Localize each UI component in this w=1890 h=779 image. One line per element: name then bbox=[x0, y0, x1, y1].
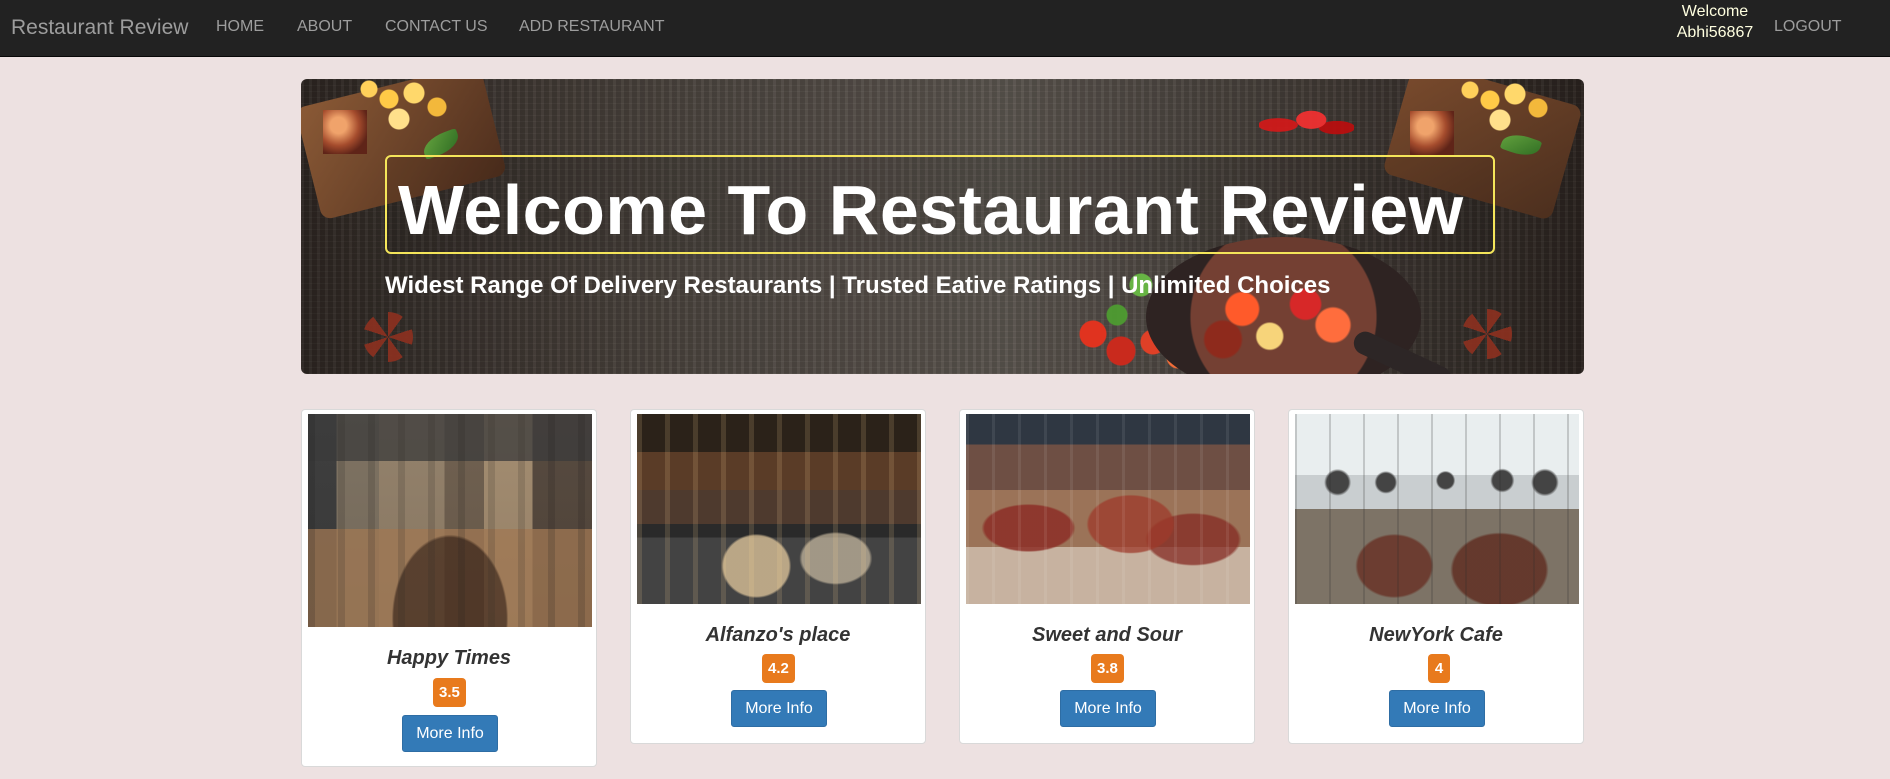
restaurant-image bbox=[308, 414, 592, 627]
welcome-label: Welcome bbox=[1681, 3, 1749, 20]
restaurant-card: Alfanzo's place 4.2 More Info bbox=[630, 409, 926, 744]
nav-contact-link[interactable]: CONTACT US bbox=[385, 18, 488, 36]
more-info-button[interactable]: More Info bbox=[1060, 690, 1156, 727]
hero-title: Welcome To Restaurant Review bbox=[398, 171, 1464, 249]
rating-badge: 4 bbox=[1428, 654, 1450, 683]
top-navbar: Restaurant Review HOME ABOUT CONTACT US … bbox=[0, 0, 1890, 57]
more-info-button[interactable]: More Info bbox=[1389, 690, 1485, 727]
rating-badge: 4.2 bbox=[762, 654, 795, 683]
nav-about-link[interactable]: ABOUT bbox=[297, 18, 352, 36]
nav-home-link[interactable]: HOME bbox=[216, 18, 264, 36]
restaurant-name: Happy Times bbox=[386, 647, 512, 669]
restaurant-image bbox=[1295, 414, 1579, 604]
brand-logo[interactable]: Restaurant Review bbox=[11, 16, 188, 40]
rating-badge: 3.8 bbox=[1091, 654, 1124, 683]
cheese-right bbox=[1460, 80, 1555, 135]
rating-badge: 3.5 bbox=[433, 678, 466, 707]
logout-link[interactable]: LOGOUT bbox=[1774, 18, 1842, 36]
chili-peppers bbox=[1259, 99, 1354, 151]
onion-right bbox=[1410, 111, 1454, 155]
hero-subtitle: Widest Range Of Delivery Restaurants | T… bbox=[385, 272, 1331, 299]
restaurant-image bbox=[637, 414, 921, 604]
cheese-left bbox=[359, 79, 454, 134]
restaurant-name: Alfanzo's place bbox=[705, 624, 851, 646]
star-anise-right bbox=[1462, 309, 1512, 359]
hero-banner: Welcome To Restaurant Review Widest Rang… bbox=[301, 79, 1584, 374]
restaurant-card: NewYork Cafe 4 More Info bbox=[1288, 409, 1584, 744]
restaurant-name: Sweet and Sour bbox=[1031, 624, 1183, 646]
more-info-button[interactable]: More Info bbox=[402, 715, 498, 752]
welcome-user: Welcome Abhi56867 bbox=[1640, 1, 1790, 43]
hero-title-box: Welcome To Restaurant Review bbox=[385, 155, 1495, 254]
nav-add-restaurant-link[interactable]: ADD RESTAURANT bbox=[519, 18, 665, 36]
restaurant-image bbox=[966, 414, 1250, 604]
restaurant-card: Sweet and Sour 3.8 More Info bbox=[959, 409, 1255, 744]
star-anise-left bbox=[363, 312, 413, 362]
username-label: Abhi56867 bbox=[1676, 24, 1754, 41]
more-info-button[interactable]: More Info bbox=[731, 690, 827, 727]
onion-left bbox=[323, 110, 367, 154]
restaurant-card: Happy Times 3.5 More Info bbox=[301, 409, 597, 767]
restaurant-name: NewYork Cafe bbox=[1369, 624, 1503, 646]
